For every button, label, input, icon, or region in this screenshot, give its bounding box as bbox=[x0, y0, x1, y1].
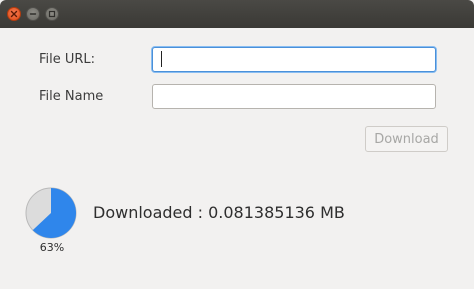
progress-percent-label: 63% bbox=[39, 241, 65, 254]
file-url-label: File URL: bbox=[39, 52, 96, 67]
maximize-window-button[interactable] bbox=[45, 7, 59, 21]
maximize-icon bbox=[48, 10, 56, 18]
text-caret bbox=[161, 51, 162, 67]
close-icon bbox=[10, 10, 18, 18]
file-name-label: File Name bbox=[39, 89, 104, 104]
download-button[interactable]: Download bbox=[365, 126, 448, 152]
minimize-icon bbox=[29, 13, 37, 15]
close-window-button[interactable] bbox=[7, 7, 21, 21]
file-name-input[interactable] bbox=[152, 84, 436, 109]
progress-pie-svg bbox=[25, 187, 77, 239]
minimize-window-button[interactable] bbox=[26, 7, 40, 21]
window-titlebar[interactable] bbox=[0, 0, 474, 28]
file-url-input[interactable] bbox=[152, 47, 436, 72]
progress-pie bbox=[25, 187, 77, 239]
download-status-text: Downloaded : 0.081385136 MB bbox=[93, 203, 345, 222]
